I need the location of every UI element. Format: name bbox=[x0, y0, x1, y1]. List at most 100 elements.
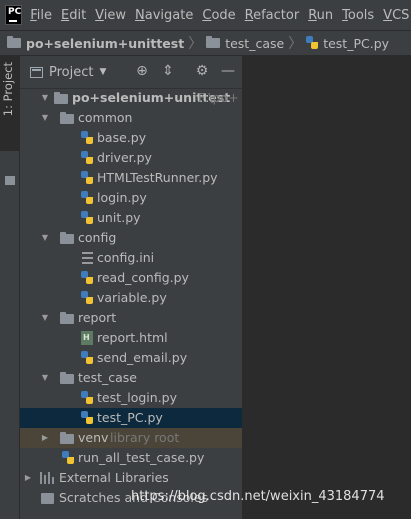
tree-item-root[interactable]: ▼ po+selenium+unittest F:\po+ bbox=[20, 88, 242, 108]
python-file-icon bbox=[81, 211, 93, 225]
tree-item-file[interactable]: config.ini bbox=[20, 248, 242, 268]
tree-item-file[interactable]: HTMLTestRunner.py bbox=[20, 168, 242, 188]
project-panel: Project ▼ ⊕ ⇕ ⚙ — ▼ po+selenium+unittest… bbox=[20, 56, 242, 519]
python-file-icon bbox=[62, 451, 74, 465]
menu-vcs[interactable]: VCS bbox=[383, 8, 409, 23]
menu-navigate[interactable]: Navigate bbox=[135, 8, 193, 23]
expand-arrow-icon[interactable]: ▼ bbox=[40, 88, 50, 108]
tree-item-file[interactable]: send_email.py bbox=[20, 348, 242, 368]
breadcrumb-item-file[interactable]: test_PC.py bbox=[306, 36, 389, 51]
tree-item-file[interactable]: read_config.py bbox=[20, 268, 242, 288]
menu-tools[interactable]: Tools bbox=[342, 8, 374, 23]
collapse-arrow-icon[interactable]: ▶ bbox=[40, 428, 50, 448]
collapse-arrow-icon[interactable]: ▶ bbox=[23, 468, 33, 488]
breadcrumb-label: po+selenium+unittest bbox=[26, 35, 185, 51]
python-file-icon bbox=[81, 411, 93, 425]
tree-item-common[interactable]: ▼ common bbox=[20, 108, 242, 128]
folder-icon bbox=[60, 112, 74, 124]
folder-icon bbox=[60, 372, 74, 384]
editor-area[interactable] bbox=[242, 56, 411, 519]
menu-refactor[interactable]: Refactor bbox=[245, 8, 300, 23]
chevron-right-icon: 〉 bbox=[288, 36, 303, 52]
tree-item-label: config bbox=[78, 230, 117, 245]
tree-item-label: send_email.py bbox=[97, 350, 188, 365]
chevron-down-icon[interactable]: ▼ bbox=[99, 67, 106, 77]
tree-item-file[interactable]: test_login.py bbox=[20, 388, 242, 408]
pycharm-logo-icon: PC bbox=[5, 5, 23, 25]
tree-item-file[interactable]: login.py bbox=[20, 188, 242, 208]
tree-item-label: test_case bbox=[78, 370, 137, 385]
menu-view[interactable]: View bbox=[95, 8, 126, 23]
expand-arrow-icon[interactable]: ▼ bbox=[40, 308, 50, 328]
tree-item-path: F:\po+ bbox=[198, 90, 239, 105]
tree-item-file[interactable]: report.html bbox=[20, 328, 242, 348]
watermark-text: https://blog.csdn.net/weixin_43184774 bbox=[131, 489, 385, 504]
tree-item-file[interactable]: base.py bbox=[20, 128, 242, 148]
gear-icon[interactable]: ⚙ bbox=[194, 63, 210, 79]
tool-window-strip: 1: Project bbox=[0, 56, 20, 519]
folder-icon bbox=[54, 92, 68, 104]
tree-item-label: report.html bbox=[97, 330, 168, 345]
tree-item-config[interactable]: ▼ config bbox=[20, 228, 242, 248]
tree-item-label: common bbox=[78, 110, 133, 125]
python-file-icon bbox=[81, 391, 93, 405]
libraries-icon bbox=[40, 472, 54, 484]
menu-file[interactable]: File bbox=[30, 8, 52, 23]
tree-item-file[interactable]: unit.py bbox=[20, 208, 242, 228]
expand-arrow-icon[interactable]: ▼ bbox=[40, 228, 50, 248]
project-view-icon bbox=[30, 66, 43, 78]
python-file-icon bbox=[306, 36, 319, 50]
folder-icon bbox=[60, 312, 74, 324]
tree-item-file-selected[interactable]: test_PC.py bbox=[20, 408, 242, 428]
tree-item-label: login.py bbox=[97, 190, 147, 205]
tree-item-secondary: library root bbox=[110, 430, 180, 445]
tree-item-label: base.py bbox=[97, 130, 147, 145]
tree-item-label: driver.py bbox=[97, 150, 152, 165]
tree-item-report[interactable]: ▼ report bbox=[20, 308, 242, 328]
menu-code[interactable]: Code bbox=[202, 8, 235, 23]
python-file-icon bbox=[81, 191, 93, 205]
tree-item-external-libraries[interactable]: ▶ External Libraries bbox=[20, 468, 242, 488]
html-file-icon bbox=[81, 331, 93, 345]
python-file-icon bbox=[81, 351, 93, 365]
config-file-icon bbox=[82, 252, 93, 264]
tree-item-file[interactable]: variable.py bbox=[20, 288, 242, 308]
tree-item-test-case[interactable]: ▼ test_case bbox=[20, 368, 242, 388]
tree-item-label: variable.py bbox=[97, 290, 167, 305]
python-file-icon bbox=[81, 151, 93, 165]
python-file-icon bbox=[81, 271, 93, 285]
tree-item-label: test_PC.py bbox=[97, 410, 163, 425]
python-file-icon bbox=[81, 291, 93, 305]
tree-item-label: config.ini bbox=[97, 250, 155, 265]
breadcrumb-item-project[interactable]: po+selenium+unittest bbox=[0, 36, 184, 51]
structure-icon[interactable] bbox=[5, 176, 15, 185]
tree-item-label: HTMLTestRunner.py bbox=[97, 170, 218, 185]
breadcrumb-label: test_case bbox=[225, 35, 285, 51]
tree-item-label: report bbox=[78, 310, 117, 325]
panel-title[interactable]: Project bbox=[49, 65, 93, 80]
tree-item-label: External Libraries bbox=[59, 470, 169, 485]
project-panel-header: Project ▼ ⊕ ⇕ ⚙ — bbox=[20, 56, 242, 89]
tree-item-file[interactable]: driver.py bbox=[20, 148, 242, 168]
python-file-icon bbox=[81, 171, 93, 185]
tree-item-label: test_login.py bbox=[97, 390, 178, 405]
folder-icon bbox=[60, 232, 74, 244]
menu-run[interactable]: Run bbox=[308, 8, 333, 23]
expand-arrow-icon[interactable]: ▼ bbox=[40, 108, 50, 128]
locate-target-icon[interactable]: ⊕ bbox=[134, 63, 150, 79]
menu-edit[interactable]: Edit bbox=[61, 8, 86, 23]
collapse-all-icon[interactable]: ⇕ bbox=[160, 63, 176, 79]
minimize-icon[interactable]: — bbox=[220, 63, 236, 79]
project-tool-tab[interactable]: 1: Project bbox=[0, 56, 19, 151]
tree-item-label: venv bbox=[78, 430, 109, 445]
tree-item-label: read_config.py bbox=[97, 270, 189, 285]
tree-item-label: run_all_test_case.py bbox=[78, 450, 205, 465]
expand-arrow-icon[interactable]: ▼ bbox=[40, 368, 50, 388]
breadcrumb: po+selenium+unittest 〉 test_case 〉 test_… bbox=[0, 30, 411, 56]
tree-item-venv[interactable]: ▶ venv library root bbox=[20, 428, 242, 448]
project-tool-tab-label: 1: Project bbox=[1, 62, 15, 117]
tree-item-file[interactable]: run_all_test_case.py bbox=[20, 448, 242, 468]
breadcrumb-label: test_PC.py bbox=[323, 35, 390, 51]
breadcrumb-item-test-case[interactable]: test_case bbox=[206, 36, 284, 51]
menu-bar: PC File Edit View Navigate Code Refactor… bbox=[0, 0, 411, 30]
